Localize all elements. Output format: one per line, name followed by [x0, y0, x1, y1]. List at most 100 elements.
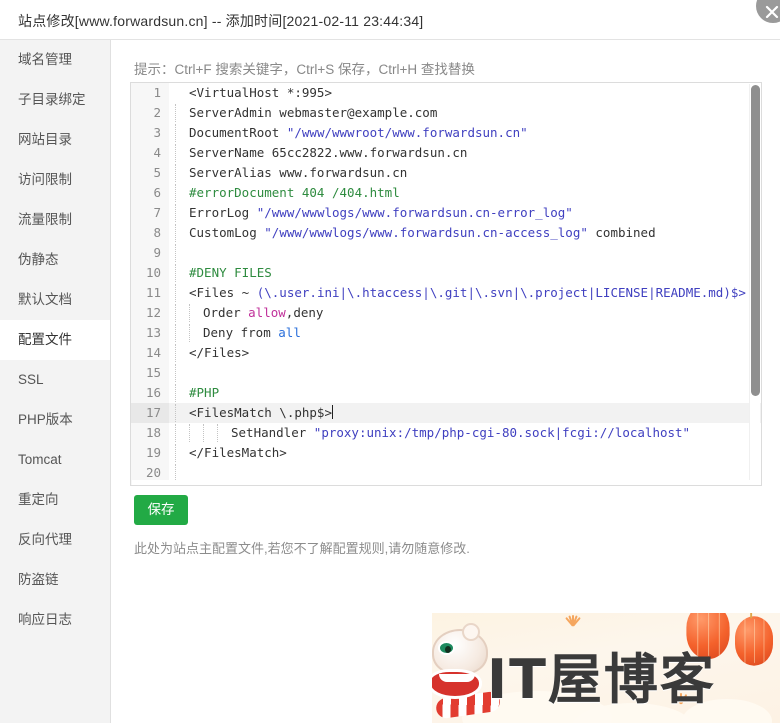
- config-note: 此处为站点主配置文件,若您不了解配置规则,请勿随意修改.: [134, 541, 470, 556]
- code-token: Order: [203, 305, 249, 320]
- code-line-text[interactable]: </Files>: [169, 343, 761, 363]
- line-number: 13: [131, 323, 169, 343]
- lantern-icon: [735, 613, 773, 666]
- sidebar-item-9[interactable]: PHP版本: [0, 400, 110, 440]
- line-number: 15: [131, 363, 169, 383]
- code-line-text[interactable]: <Files ~ (\.user.ini|\.htaccess|\.git|\.…: [169, 283, 761, 303]
- code-token: </Files>: [189, 345, 250, 360]
- code-line[interactable]: 13 Deny from all: [131, 323, 761, 343]
- code-token: <VirtualHost *:995>: [189, 85, 332, 100]
- sidebar-item-10[interactable]: Tomcat: [0, 440, 110, 480]
- code-line-text[interactable]: DocumentRoot "/www/wwwroot/www.forwardsu…: [169, 123, 761, 143]
- sidebar-item-4[interactable]: 流量限制: [0, 200, 110, 240]
- code-line-text[interactable]: <VirtualHost *:995>: [169, 83, 761, 103]
- editor-vertical-scroll-thumb[interactable]: [751, 85, 760, 396]
- code-token: ServerAdmin webmaster@example.com: [189, 105, 438, 120]
- sidebar-item-2[interactable]: 网站目录: [0, 120, 110, 160]
- code-line[interactable]: 18 SetHandler "proxy:unix:/tmp/php-cgi-80…: [131, 423, 761, 443]
- code-token: combined: [587, 225, 656, 240]
- settings-sidebar: 域名管理 子目录绑定 网站目录 访问限制 流量限制 伪静态 默认文档 配置文件 SSL PHP版本…: [0, 40, 111, 723]
- text-cursor: [332, 405, 333, 419]
- code-line[interactable]: 4 ServerName 65cc2822.www.forwardsun.cn: [131, 143, 761, 163]
- code-line[interactable]: 7 ErrorLog "/www/wwwlogs/www.forwardsun.c…: [131, 203, 761, 223]
- code-line[interactable]: 6 #errorDocument 404 /404.html: [131, 183, 761, 203]
- code-line[interactable]: 3 DocumentRoot "/www/wwwroot/www.forwards…: [131, 123, 761, 143]
- sidebar-item-6[interactable]: 默认文档: [0, 280, 110, 320]
- code-line[interactable]: 11 <Files ~ (\.user.ini|\.htaccess|\.git|…: [131, 283, 761, 303]
- line-number: 10: [131, 263, 169, 283]
- editor-vertical-scrollbar[interactable]: [749, 84, 760, 485]
- code-token: ServerName 65cc2822.www.forwardsun.cn: [189, 145, 468, 160]
- code-token: #PATH: [189, 485, 227, 486]
- code-line[interactable]: 15: [131, 363, 761, 383]
- code-line-text[interactable]: ServerName 65cc2822.www.forwardsun.cn: [169, 143, 761, 163]
- code-token: all: [278, 325, 301, 340]
- code-token: ErrorLog: [189, 205, 257, 220]
- code-line[interactable]: 12 Order allow,deny: [131, 303, 761, 323]
- line-number: 4: [131, 143, 169, 163]
- code-line-text[interactable]: #errorDocument 404 /404.html: [169, 183, 761, 203]
- code-line[interactable]: 8 CustomLog "/www/wwwlogs/www.forwardsun.…: [131, 223, 761, 243]
- code-line[interactable]: 2 ServerAdmin webmaster@example.com: [131, 103, 761, 123]
- watermark-text: IT屋博客: [487, 648, 716, 711]
- save-button[interactable]: 保存: [134, 495, 188, 525]
- code-token: #DENY FILES: [189, 265, 272, 280]
- sidebar-item-3[interactable]: 访问限制: [0, 160, 110, 200]
- code-line-text[interactable]: ErrorLog "/www/wwwlogs/www.forwardsun.cn…: [169, 203, 761, 223]
- code-token: "proxy:unix:/tmp/php-cgi-80.sock|fcgi://…: [313, 425, 691, 440]
- code-line[interactable]: 16 #PHP: [131, 383, 761, 403]
- code-line-text[interactable]: SetHandler "proxy:unix:/tmp/php-cgi-80.s…: [169, 423, 761, 443]
- sidebar-item-14[interactable]: 响应日志: [0, 600, 110, 640]
- code-line[interactable]: 14 </Files>: [131, 343, 761, 363]
- code-token: Deny from: [203, 325, 279, 340]
- code-token: "/www/wwwroot/www.forwardsun.cn": [286, 125, 528, 140]
- dialog-titlebar: 站点修改[www.forwardsun.cn] -- 添加时间[2021-02-…: [0, 0, 780, 40]
- line-number: 11: [131, 283, 169, 303]
- code-line[interactable]: 9: [131, 243, 761, 263]
- line-number: 17: [131, 403, 169, 423]
- code-line-text[interactable]: [169, 243, 761, 263]
- code-token: allow: [248, 305, 286, 320]
- sidebar-item-11[interactable]: 重定向: [0, 480, 110, 520]
- code-line-text[interactable]: <FilesMatch \.php$>: [169, 403, 761, 423]
- code-line-text[interactable]: CustomLog "/www/wwwlogs/www.forwardsun.c…: [169, 223, 761, 243]
- sidebar-item-1[interactable]: 子目录绑定: [0, 80, 110, 120]
- line-number: 1: [131, 83, 169, 103]
- sidebar-item-12[interactable]: 反向代理: [0, 520, 110, 560]
- code-token: "/www/wwwlogs/www.forwardsun.cn-access_l…: [264, 225, 588, 240]
- sidebar-item-0[interactable]: 域名管理: [0, 40, 110, 80]
- line-number: 18: [131, 423, 169, 443]
- sidebar-item-7[interactable]: 配置文件: [0, 320, 110, 360]
- code-line-text[interactable]: ServerAlias www.forwardsun.cn: [169, 163, 761, 183]
- code-token: #PHP: [189, 385, 220, 400]
- code-line[interactable]: 1 <VirtualHost *:995>: [131, 83, 761, 103]
- code-token: (\.user.ini|\.htaccess|\.git|\.svn|\.pro…: [256, 285, 746, 300]
- code-token: <Files ~: [189, 285, 257, 300]
- code-line-text[interactable]: Deny from all: [169, 323, 761, 343]
- code-line-text[interactable]: ServerAdmin webmaster@example.com: [169, 103, 761, 123]
- line-number: 5: [131, 163, 169, 183]
- line-number: 6: [131, 183, 169, 203]
- close-icon[interactable]: [756, 0, 780, 23]
- shortcut-hint: 提示：Ctrl+F 搜索关键字，Ctrl+S 保存，Ctrl+H 查找替换: [134, 62, 475, 77]
- line-number: 14: [131, 343, 169, 363]
- code-line-text[interactable]: </FilesMatch>: [169, 443, 761, 463]
- code-line-text[interactable]: Order allow,deny: [169, 303, 761, 323]
- code-line[interactable]: 19 </FilesMatch>: [131, 443, 761, 463]
- line-number: 8: [131, 223, 169, 243]
- code-line-text[interactable]: #DENY FILES: [169, 263, 761, 283]
- editor-horizontal-scrollbar[interactable]: [132, 480, 751, 485]
- code-token: ServerAlias www.forwardsun.cn: [189, 165, 408, 180]
- code-line[interactable]: 5 ServerAlias www.forwardsun.cn: [131, 163, 761, 183]
- code-line[interactable]: 10 #DENY FILES: [131, 263, 761, 283]
- site-edit-dialog: 站点修改[www.forwardsun.cn] -- 添加时间[2021-02-…: [0, 0, 780, 723]
- sidebar-item-5[interactable]: 伪静态: [0, 240, 110, 280]
- code-line[interactable]: 17 <FilesMatch \.php$>: [131, 403, 761, 423]
- code-lines[interactable]: 1 <VirtualHost *:995> 2 ServerAdmin webmast…: [131, 83, 761, 486]
- config-file-editor[interactable]: 1 <VirtualHost *:995> 2 ServerAdmin webmast…: [130, 82, 762, 486]
- sidebar-item-13[interactable]: 防盗链: [0, 560, 110, 600]
- sidebar-item-8[interactable]: SSL: [0, 360, 110, 400]
- code-line-text[interactable]: #PHP: [169, 383, 761, 403]
- line-number: 19: [131, 443, 169, 463]
- code-line-text[interactable]: [169, 363, 761, 383]
